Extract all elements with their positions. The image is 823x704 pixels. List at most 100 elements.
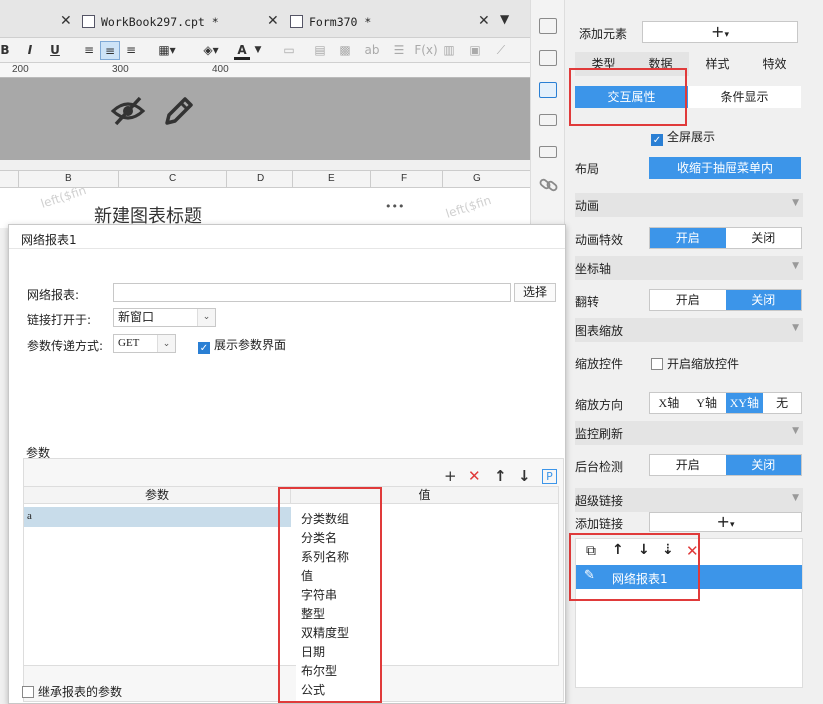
section-monitor[interactable]: 监控刷新 ▼ [575, 421, 803, 445]
list-icon[interactable]: ☰ [390, 41, 408, 60]
table-icon[interactable]: ▤ [310, 41, 330, 60]
section-hyperlink[interactable]: 超级链接 ▼ [575, 488, 803, 512]
option-none[interactable]: 无 [763, 393, 801, 413]
tab-style[interactable]: 样式 [689, 52, 746, 76]
border-icon[interactable]: ▦▾ [150, 41, 184, 60]
animation-effect-label: 动画特效 [575, 233, 624, 247]
table-row[interactable]: a [24, 507, 291, 527]
bg-check-toggle[interactable]: 开启 关闭 [649, 454, 802, 476]
open-in-select[interactable]: 新窗口 ⌄ [113, 308, 216, 327]
document-tab-bar: WorkBook297.cpt * ✕ ✕ Form370 * ✕ ▼ [0, 0, 530, 38]
inherit-params-checkbox[interactable]: 继承报表的参数 [22, 683, 122, 700]
hide-eye-icon[interactable] [110, 94, 146, 128]
tab-workbook[interactable]: WorkBook297.cpt * [82, 8, 219, 35]
option-off[interactable]: 关闭 [725, 455, 801, 475]
collapse-icon: ▼ [792, 261, 799, 271]
flip-toggle[interactable]: 开启 关闭 [649, 289, 802, 311]
column-header[interactable]: C [169, 173, 176, 184]
formula-button[interactable]: F(x) [414, 41, 438, 60]
option-on[interactable]: 开启 [650, 228, 726, 248]
column-header[interactable]: D [257, 173, 264, 184]
layout-icon[interactable] [539, 18, 557, 34]
zoom-control-label: 缩放控件 [575, 357, 624, 371]
add-link-label: 添加链接 [575, 517, 624, 531]
layout-select[interactable]: 收缩于抽屉菜单内 [649, 157, 801, 179]
section-zoom[interactable]: 图表缩放 ▼ [575, 318, 803, 342]
column-header[interactable]: B [65, 173, 72, 184]
tab-effects[interactable]: 特效 [746, 52, 803, 76]
show-param-label: 展示参数界面 [214, 338, 287, 352]
sheet-canvas: 新建图表标题 ••• left($fin left($fin [0, 183, 530, 228]
form-icon [290, 15, 303, 28]
more-menu-icon[interactable]: ••• [385, 200, 404, 213]
fullscreen-checkbox[interactable]: ✓ 全屏展示 [651, 128, 715, 146]
option-off[interactable]: 关闭 [725, 290, 801, 310]
list-panel-icon[interactable] [539, 146, 557, 158]
tab-form[interactable]: Form370 * [290, 8, 371, 35]
text-box-button[interactable]: ab [362, 41, 382, 60]
move-up-icon[interactable]: ↑ [494, 467, 507, 485]
underline-button[interactable]: U [48, 41, 62, 60]
option-x[interactable]: X轴 [650, 393, 688, 413]
pattern-icon[interactable]: ▩ [336, 41, 354, 60]
animation-toggle[interactable]: 开启 关闭 [649, 227, 802, 249]
ruler-mark: 200 [12, 64, 29, 75]
add-icon: + [711, 22, 725, 41]
option-xy[interactable]: XY轴 [725, 393, 764, 413]
option-y[interactable]: Y轴 [688, 393, 726, 413]
option-off[interactable]: 关闭 [726, 228, 802, 248]
lock-settings-icon[interactable] [539, 50, 557, 66]
method-value: GET [118, 337, 140, 349]
edit-pencil-icon[interactable] [162, 94, 194, 128]
brush-icon[interactable]: ⟋ [492, 41, 510, 60]
method-select[interactable]: GET ⌄ [113, 334, 176, 353]
image-icon[interactable]: ▣ [466, 41, 484, 60]
report-path-input[interactable] [113, 283, 511, 302]
align-left-icon[interactable]: ≡ [80, 41, 98, 60]
link-icon[interactable] [539, 176, 559, 194]
choose-button[interactable]: 选择 [514, 283, 556, 302]
tab-list-icon[interactable]: ▼ [500, 12, 509, 26]
close-tab-icon[interactable]: ✕ [267, 13, 279, 29]
param-name-cell: a [27, 510, 32, 522]
chart-properties-icon[interactable] [539, 82, 557, 98]
section-axis[interactable]: 坐标轴 ▼ [575, 256, 803, 280]
add-link-button[interactable]: +▾ [649, 512, 802, 532]
chart-icon[interactable]: ▥ [440, 41, 458, 60]
checkbox-icon [651, 358, 663, 370]
fill-color-icon[interactable]: ◈▾ [194, 41, 228, 60]
method-label: 参数传递方式: [27, 339, 104, 353]
widget-overlay [0, 78, 530, 160]
watermark-text: left($fin [38, 183, 88, 211]
merge-icon[interactable]: ▭ [280, 41, 298, 60]
widget-icon[interactable] [539, 114, 557, 126]
tab-condition-display[interactable]: 条件显示 [688, 86, 801, 108]
option-on[interactable]: 开启 [650, 455, 726, 475]
add-element-button[interactable]: +▾ [642, 21, 798, 43]
format-toolbar: B I U ≡ ≡ ≡ ▦▾ ◈▾ A ▼ ▭ ▤ ▩ ab ☰ F(x) ▥ … [0, 38, 530, 63]
option-on[interactable]: 开启 [650, 290, 726, 310]
column-header[interactable]: E [328, 173, 335, 184]
chevron-down-icon[interactable]: ▼ [252, 41, 264, 60]
chevron-down-icon: ▾ [729, 520, 735, 530]
zoom-enable-checkbox[interactable]: 开启缩放控件 [651, 355, 739, 372]
column-header[interactable]: F [401, 173, 407, 184]
add-param-icon[interactable]: + [444, 467, 457, 485]
collapse-icon: ▼ [792, 323, 799, 333]
show-param-checkbox[interactable]: ✓ 展示参数界面 [198, 336, 286, 354]
section-animation[interactable]: 动画 ▼ [575, 193, 803, 217]
zoom-direction-toggle[interactable]: X轴 Y轴 XY轴 无 [649, 392, 802, 414]
close-tab-icon[interactable]: ✕ [60, 13, 72, 29]
delete-param-icon[interactable]: ✕ [468, 467, 481, 485]
italic-button[interactable]: I [24, 41, 36, 60]
text-color-button[interactable]: A [234, 41, 250, 60]
move-down-icon[interactable]: ↓ [518, 467, 531, 485]
checkbox-checked-icon: ✓ [651, 134, 663, 146]
layout-label: 布局 [575, 162, 600, 176]
column-header[interactable]: G [473, 173, 481, 184]
align-right-icon[interactable]: ≡ [122, 41, 140, 60]
param-p-icon[interactable]: P [542, 469, 557, 484]
close-tab-icon[interactable]: ✕ [478, 13, 490, 29]
bold-button[interactable]: B [0, 41, 10, 60]
align-center-icon[interactable]: ≡ [100, 41, 120, 60]
